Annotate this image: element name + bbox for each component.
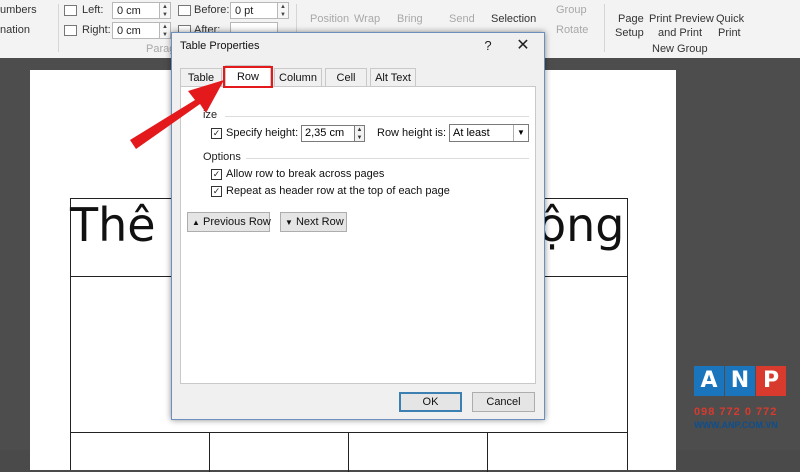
numbering-label[interactable]: umbers	[0, 4, 37, 16]
row-tab-panel: ize ✓ Specify height: 2,35 cm ▲ ▼ Row hei…	[180, 86, 536, 384]
logo-letter-a: A	[694, 366, 724, 396]
indent-right-label: Right:	[82, 24, 111, 36]
help-button[interactable]: ?	[478, 37, 498, 55]
group-button[interactable]: Group	[556, 4, 587, 16]
quick-print-button-line1[interactable]: Quick	[716, 13, 744, 25]
page-setup-button-line1[interactable]: Page	[618, 13, 644, 25]
indent-left-label: Left:	[82, 4, 104, 16]
tab-column-label: Column	[279, 72, 317, 84]
indent-right-icon	[64, 25, 77, 36]
lines-label[interactable]: nation	[0, 24, 30, 36]
tab-table-label: Table	[187, 72, 215, 84]
spacing-before-icon	[178, 5, 191, 16]
specify-height-label: Specify height:	[226, 127, 299, 139]
cancel-button[interactable]: Cancel	[472, 392, 535, 412]
tab-table[interactable]: Table	[180, 68, 222, 86]
table-heading-right: ộng	[538, 198, 625, 252]
spacing-before-input[interactable]: 0 pt	[230, 2, 278, 19]
row-height-is-value: At least	[453, 127, 490, 139]
chevron-down-icon[interactable]: ▼	[513, 125, 528, 141]
table-border	[209, 432, 210, 472]
height-input[interactable]: 2,35 cm	[301, 125, 355, 142]
spacing-before-spinner[interactable]: ▲ ▼	[277, 2, 289, 19]
logo-letter-p: P	[756, 366, 786, 396]
selection-pane-button[interactable]: Selection	[491, 13, 536, 25]
spacing-before-label: Before:	[194, 4, 230, 16]
row-height-is-select[interactable]: At least ▼	[449, 124, 529, 142]
close-button[interactable]: ✕	[512, 36, 534, 56]
ribbon-separator	[604, 4, 605, 52]
ok-button[interactable]: OK	[399, 392, 462, 412]
tab-alt-text-label: Alt Text	[375, 72, 411, 84]
tab-column[interactable]: Column	[274, 68, 322, 86]
send-backward-button[interactable]: Send	[449, 13, 475, 25]
options-section-label: Options	[203, 151, 241, 163]
ribbon-separator	[58, 4, 59, 52]
allow-break-checkbox[interactable]: ✓	[211, 169, 222, 180]
triangle-up-icon: ▲	[192, 218, 200, 227]
new-group-label: New Group	[652, 43, 708, 55]
previous-row-button[interactable]: ▲ Previous Row	[187, 212, 271, 232]
dialog-title: Table Properties	[180, 40, 260, 52]
logo-phone: 098 772 0 772	[694, 406, 778, 418]
table-border	[487, 432, 488, 472]
height-spinner[interactable]: ▲ ▼	[354, 125, 365, 142]
wrap-button[interactable]: Wrap	[354, 13, 380, 25]
logo-letter-n: N	[725, 366, 755, 396]
tab-cell[interactable]: Cell	[325, 68, 367, 86]
specify-height-checkbox[interactable]: ✓	[211, 128, 222, 139]
quick-print-button-line2[interactable]: Print	[718, 27, 741, 39]
next-row-button[interactable]: ▼ Next Row	[280, 212, 347, 232]
row-height-is-label: Row height is:	[377, 127, 447, 139]
rotate-button[interactable]: Rotate	[556, 24, 588, 36]
section-divider	[225, 116, 529, 117]
position-button[interactable]: Position	[310, 13, 349, 25]
indent-right-spinner[interactable]: ▲ ▼	[159, 22, 171, 39]
logo-website: WWW.ANP.COM.VN	[694, 420, 778, 430]
size-section-label: ize	[203, 109, 218, 121]
table-border	[627, 198, 628, 470]
print-preview-button-line2[interactable]: and Print	[658, 27, 702, 39]
row-tab-highlight	[223, 66, 273, 88]
table-border	[348, 432, 349, 472]
allow-break-label: Allow row to break across pages	[226, 168, 385, 180]
repeat-header-label: Repeat as header row at the top of each …	[226, 185, 450, 197]
table-heading-left: Thê	[70, 198, 156, 252]
tab-cell-label: Cell	[336, 72, 356, 84]
indent-left-spinner[interactable]: ▲ ▼	[159, 2, 171, 19]
repeat-header-checkbox[interactable]: ✓	[211, 186, 222, 197]
bring-forward-button[interactable]: Bring	[397, 13, 423, 25]
next-row-label: Next Row	[295, 216, 344, 228]
print-preview-button-line1[interactable]: Print Preview	[649, 13, 714, 25]
indent-left-icon	[64, 5, 77, 16]
previous-row-label: Previous Row	[202, 216, 271, 228]
indent-left-input[interactable]: 0 cm	[112, 2, 160, 19]
triangle-down-icon: ▼	[285, 218, 293, 227]
section-divider	[246, 158, 529, 159]
page-setup-button-line2[interactable]: Setup	[615, 27, 644, 39]
indent-right-input[interactable]: 0 cm	[112, 22, 160, 39]
table-properties-dialog: Table Properties ? ✕ Table Row Column Ce…	[171, 32, 545, 420]
tab-alt-text[interactable]: Alt Text	[370, 68, 416, 86]
